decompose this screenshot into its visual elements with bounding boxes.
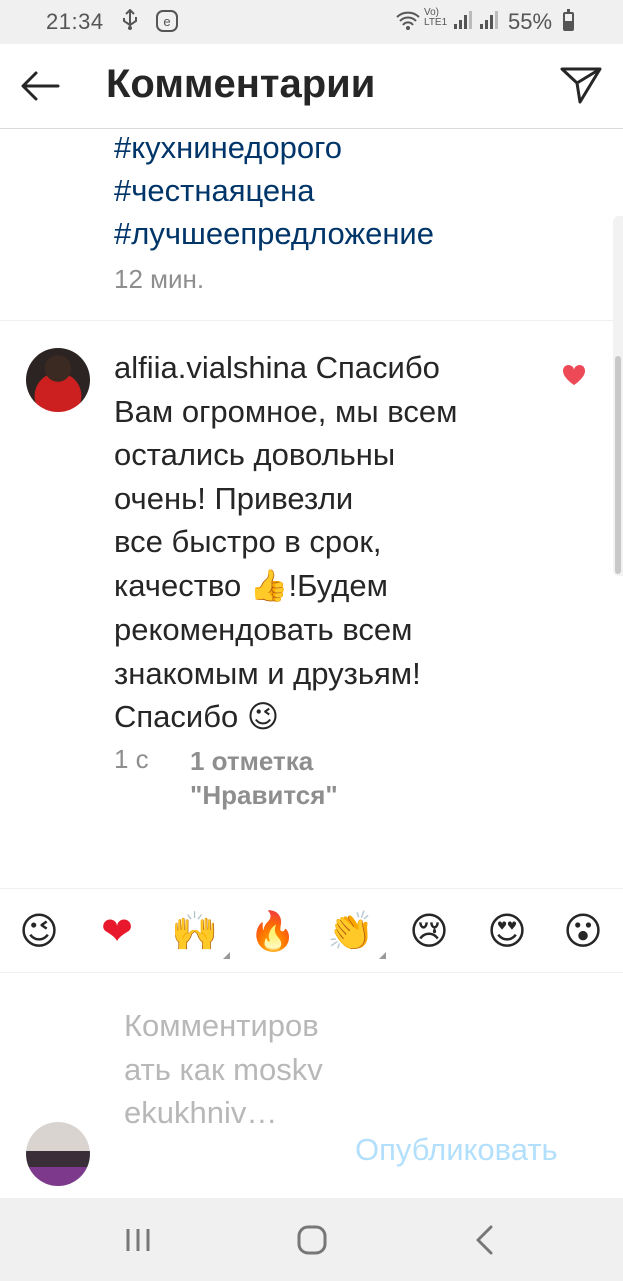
page-title: Комментарии	[106, 62, 376, 106]
wink-emoji-button[interactable]: 😉	[14, 907, 64, 955]
quick-reaction-bar: 😉 ❤ 🙌 🔥 👏 😢 😍 😮	[0, 889, 623, 973]
comment-likes[interactable]: 1 отметка "Нравится"	[190, 744, 390, 812]
signal-icon-2	[479, 9, 499, 37]
previous-comment-age: 12 мин.	[114, 264, 205, 294]
battery-percent: 55%	[508, 9, 553, 34]
crying-emoji-button[interactable]: 😢	[404, 907, 454, 955]
status-bar: 21:34 e Vo) LTE1 55%	[0, 0, 623, 44]
comment-username[interactable]: alfiia.vialshina	[114, 350, 307, 385]
comment-input[interactable]: Комментировать как moskvekukhniv…	[124, 1004, 334, 1135]
scrollbar-thumb[interactable]	[615, 356, 621, 574]
heart-emoji-button[interactable]: ❤	[92, 907, 142, 955]
comment-line: Спасибо	[114, 699, 239, 734]
heart-icon[interactable]	[562, 364, 586, 386]
skin-tone-indicator	[223, 952, 230, 959]
avatar[interactable]	[26, 348, 90, 412]
clap-emoji: 👏	[327, 909, 375, 953]
status-time: 21:34	[46, 9, 104, 34]
comment-line: Вам огромное, мы всем	[114, 393, 458, 429]
comment-line: качество	[114, 567, 242, 603]
comment-line: очень! Привезли	[114, 480, 354, 516]
fire-emoji-button[interactable]: 🔥	[248, 907, 298, 955]
comment-line: Спасибо	[315, 350, 440, 385]
publish-button[interactable]: Опубликовать	[355, 1132, 558, 1168]
home-icon[interactable]	[292, 1220, 332, 1260]
hashtag-link[interactable]: #кухнинедорого	[114, 126, 434, 169]
hashtag-link[interactable]: #честнаяцена	[114, 169, 434, 212]
raised-hands-emoji-button[interactable]: 🙌	[170, 907, 230, 959]
notification-e-icon: e	[155, 9, 179, 39]
usb-icon	[120, 8, 140, 37]
divider	[0, 972, 623, 973]
app-header: Комментарии	[0, 44, 623, 129]
thumbs-up-emoji: 👍	[249, 567, 289, 604]
skin-tone-indicator	[379, 952, 386, 959]
system-nav-bar	[0, 1198, 623, 1281]
comment-text: alfiia.vialshina Спасибо Вам огромное, м…	[114, 346, 534, 740]
heart-eyes-emoji-button[interactable]: 😍	[482, 907, 532, 955]
comment-line: !Будем	[288, 567, 388, 603]
comment-line: все быстро в срок,	[114, 524, 382, 559]
wink-emoji: 😉	[246, 699, 280, 735]
wifi-icon	[395, 9, 421, 37]
comment-line: знакомым и друзьям!	[114, 655, 421, 691]
back-nav-icon[interactable]	[466, 1220, 506, 1260]
composer-avatar	[26, 1122, 90, 1186]
comment-line: рекомендовать всем	[114, 612, 413, 647]
raised-hands-emoji: 🙌	[171, 909, 219, 953]
paper-plane-icon[interactable]	[558, 62, 604, 108]
signal-icon	[453, 9, 473, 37]
divider	[0, 320, 623, 321]
volte-lte-icon: Vo) LTE1	[424, 7, 448, 28]
surprised-emoji-button[interactable]: 😮	[558, 907, 608, 955]
previous-comment-hashtags: #кухнинедорого #честнаяцена #лучшеепредл…	[114, 126, 434, 255]
arrow-left-icon[interactable]	[18, 64, 62, 108]
comment-age: 1 с	[114, 744, 149, 774]
svg-text:e: e	[163, 14, 170, 29]
clap-emoji-button[interactable]: 👏	[326, 907, 386, 959]
battery-icon	[563, 9, 574, 31]
comment-line: остались довольны	[114, 437, 396, 472]
recent-apps-icon[interactable]	[118, 1220, 158, 1260]
hashtag-link[interactable]: #лучшеепредложение	[114, 212, 434, 255]
